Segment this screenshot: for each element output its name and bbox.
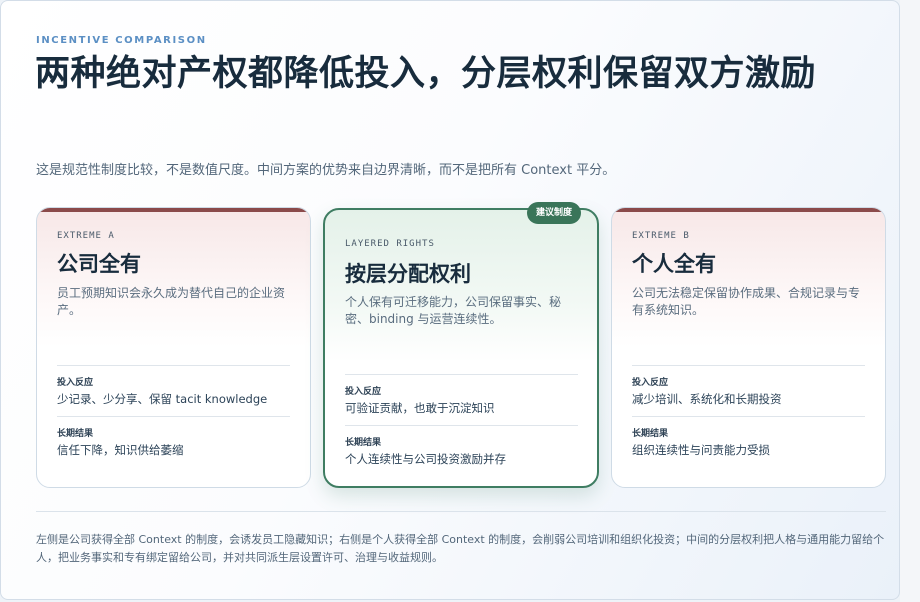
- footnote: 左侧是公司获得全部 Context 的制度，会诱发员工隐藏知识；右侧是个人获得全…: [36, 533, 885, 564]
- footer-divider: [36, 511, 886, 512]
- card-layered-rights: 建议制度 LAYERED RIGHTS 按层分配权利 个人保有可迁移能力，公司保…: [323, 202, 599, 488]
- input-value: 少记录、少分享、保留 tacit knowledge: [57, 392, 268, 406]
- divider: [57, 416, 290, 417]
- input-label: 投入反应: [57, 378, 94, 388]
- page-subtitle: 这是规范性制度比较，不是数值尺度。中间方案的优势来自边界清晰，而不是把所有 Co…: [36, 163, 616, 178]
- card-description: 公司无法稳定保留协作成果、合规记录与专有系统知识。: [632, 286, 861, 317]
- card-label: EXTREME A: [57, 231, 115, 241]
- card-label: LAYERED RIGHTS: [345, 239, 435, 249]
- divider: [632, 416, 865, 417]
- card-label: EXTREME B: [632, 231, 690, 241]
- input-label: 投入反应: [345, 387, 382, 397]
- divider: [632, 365, 865, 366]
- card-extreme-b: EXTREME B 个人全有 公司无法稳定保留协作成果、合规记录与专有系统知识。…: [611, 207, 886, 488]
- input-value: 可验证贡献，也敢于沉淀知识: [345, 401, 495, 415]
- card-description: 个人保有可迁移能力，公司保留事实、秘密、binding 与运营连续性。: [345, 295, 562, 326]
- outcome-value: 组织连续性与问责能力受损: [632, 443, 770, 457]
- card-title: 公司全有: [57, 251, 141, 276]
- outcome-label: 长期结果: [632, 429, 669, 439]
- outcome-label: 长期结果: [345, 438, 382, 448]
- page-title: 两种绝对产权都降低投入，分层权利保留双方激励: [35, 53, 817, 94]
- eyebrow-label: INCENTIVE COMPARISON: [36, 35, 207, 46]
- outcome-value: 信任下降，知识供给萎缩: [57, 443, 184, 457]
- comparison-panel: INCENTIVE COMPARISON 两种绝对产权都降低投入，分层权利保留双…: [0, 0, 900, 600]
- outcome-value: 个人连续性与公司投资激励并存: [345, 452, 506, 466]
- input-value: 减少培训、系统化和长期投资: [632, 392, 782, 406]
- divider: [57, 365, 290, 366]
- background-strip: [900, 0, 920, 602]
- input-label: 投入反应: [632, 378, 669, 388]
- card-description: 员工预期知识会永久成为替代自己的企业资产。: [57, 286, 286, 317]
- card-extreme-a: EXTREME A 公司全有 员工预期知识会永久成为替代自己的企业资产。 投入反…: [36, 207, 311, 488]
- recommended-badge: 建议制度: [526, 202, 581, 224]
- divider: [345, 374, 578, 375]
- card-title: 按层分配权利: [345, 261, 471, 286]
- outcome-label: 长期结果: [57, 429, 94, 439]
- card-title: 个人全有: [632, 251, 716, 276]
- divider: [345, 425, 578, 426]
